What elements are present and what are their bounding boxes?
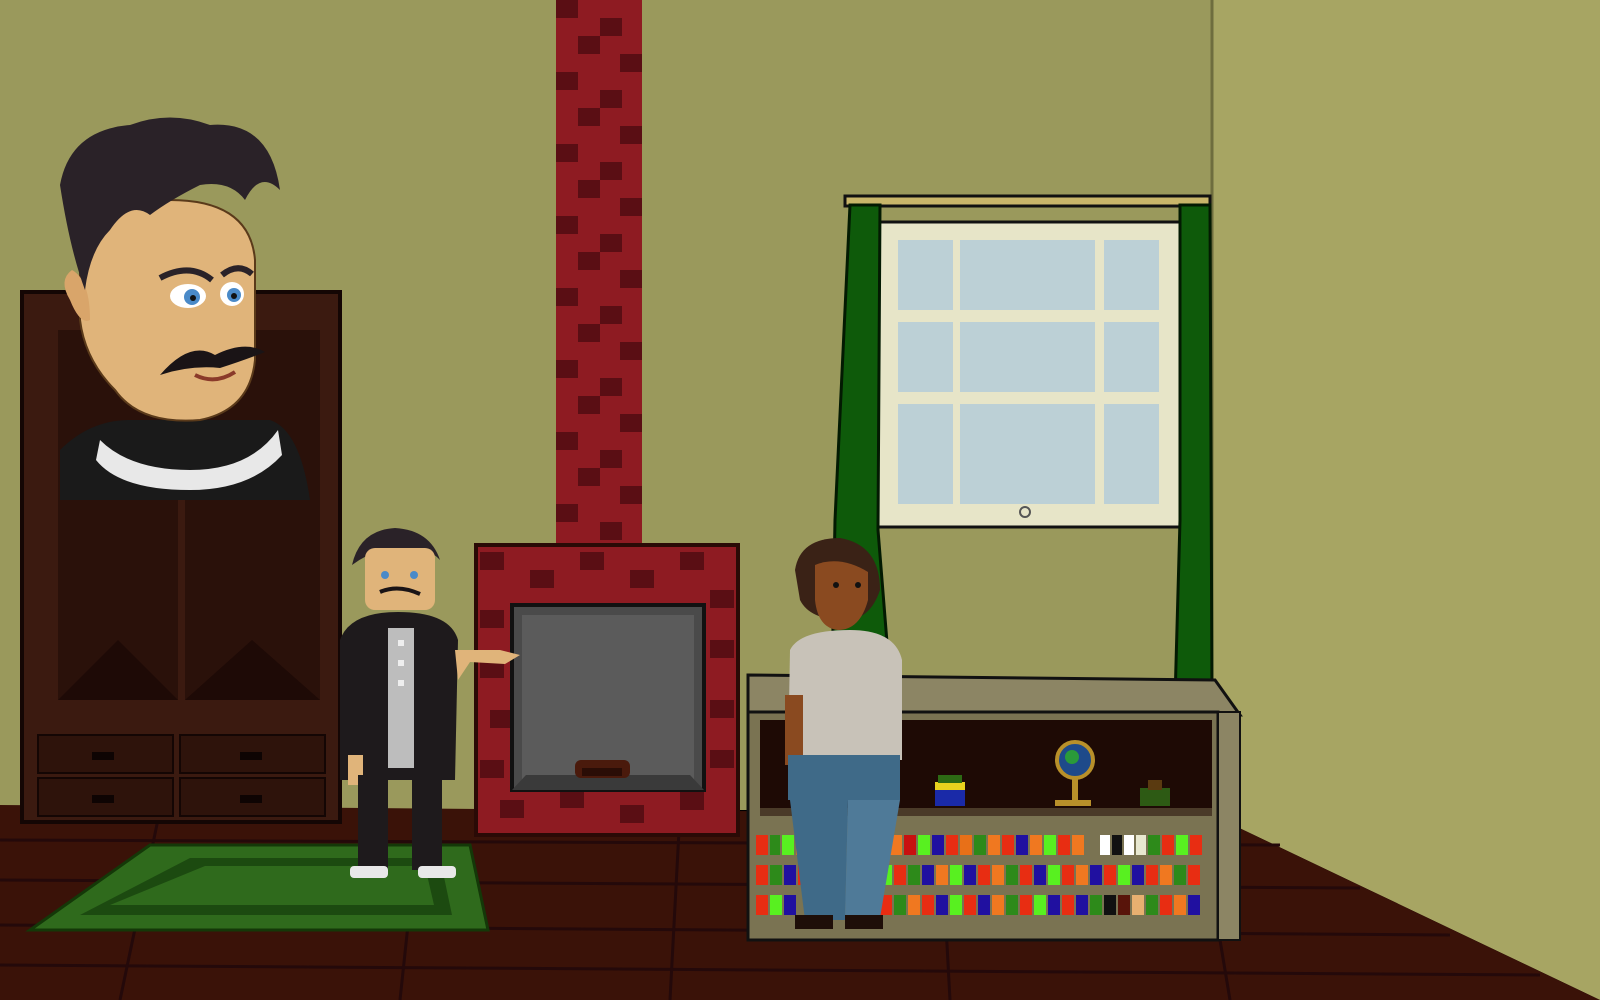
right-curtain (1173, 203, 1214, 702)
game-scene (0, 0, 1600, 1000)
fireplace[interactable] (474, 543, 740, 837)
chimney (556, 0, 642, 555)
